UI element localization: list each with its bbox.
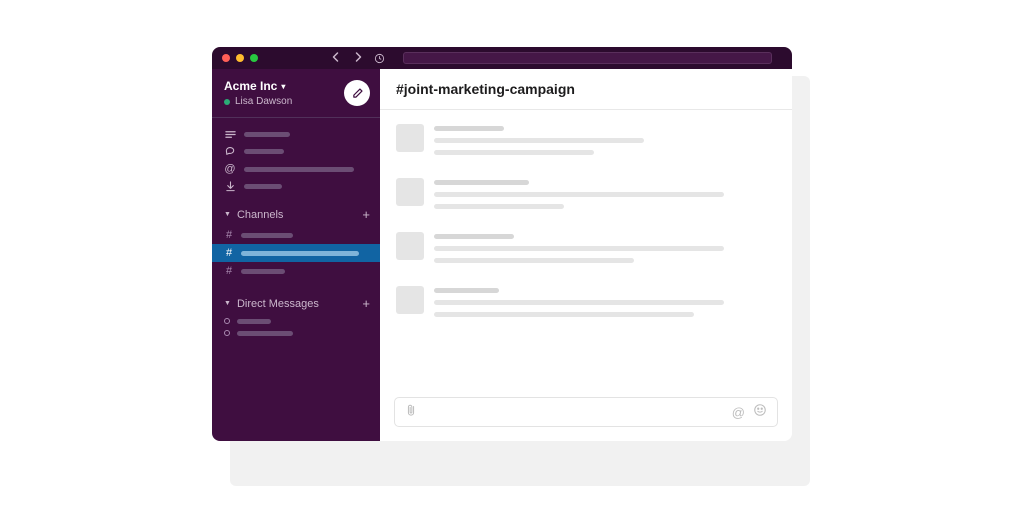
mention-icon: @ (224, 163, 236, 175)
nav-saved[interactable] (212, 178, 380, 195)
message-text-placeholder (434, 258, 634, 263)
caret-down-icon: ▼ (224, 211, 231, 218)
dm-placeholder (237, 319, 271, 324)
slack-window: Acme Inc ▾ Lisa Dawson (212, 47, 792, 441)
window-minimize-button[interactable] (236, 54, 244, 62)
message-name-placeholder (434, 126, 504, 131)
nav-threads[interactable] (212, 126, 380, 143)
avatar[interactable] (396, 178, 424, 206)
emoji-button[interactable] (753, 403, 767, 422)
nav-mentions[interactable]: @ (212, 160, 380, 178)
workspace-name: Acme Inc (224, 79, 277, 93)
download-icon (224, 181, 236, 192)
presence-indicator-icon (224, 99, 230, 105)
attachment-icon[interactable] (405, 403, 417, 422)
presence-offline-icon (224, 318, 230, 324)
avatar[interactable] (396, 124, 424, 152)
channel-placeholder (241, 251, 359, 256)
channel-header[interactable]: #joint-marketing-campaign (380, 69, 792, 110)
history-button[interactable] (374, 53, 385, 64)
message-text-placeholder (434, 246, 724, 251)
channel-item[interactable]: # (212, 226, 380, 244)
message-text-placeholder (434, 312, 694, 317)
dm-item[interactable] (212, 315, 380, 327)
message (380, 116, 792, 170)
channel-item[interactable]: # (212, 262, 380, 280)
nav-dms[interactable] (212, 143, 380, 160)
dm-item[interactable] (212, 327, 380, 339)
message (380, 278, 792, 332)
channel-placeholder (241, 233, 293, 238)
nav-placeholder (244, 184, 282, 189)
message-name-placeholder (434, 180, 529, 185)
message-composer[interactable]: @ (394, 397, 778, 427)
avatar[interactable] (396, 286, 424, 314)
nav-placeholder (244, 167, 354, 172)
message-text-placeholder (434, 138, 644, 143)
nav-controls (330, 51, 385, 65)
workspace-header[interactable]: Acme Inc ▾ Lisa Dawson (212, 69, 380, 115)
avatar[interactable] (396, 232, 424, 260)
main-panel: #joint-marketing-campaign (380, 69, 792, 441)
channels-label: Channels (237, 209, 356, 221)
mention-button[interactable]: @ (732, 405, 745, 420)
window-close-button[interactable] (222, 54, 230, 62)
message-text-placeholder (434, 192, 724, 197)
message-name-placeholder (434, 288, 499, 293)
caret-down-icon: ▼ (224, 300, 231, 307)
message (380, 224, 792, 278)
message (380, 170, 792, 224)
message-text-placeholder (434, 300, 724, 305)
hash-icon: # (224, 247, 234, 259)
hash-icon: # (224, 229, 234, 241)
hash-icon: # (224, 265, 234, 277)
message-text-placeholder (434, 150, 594, 155)
user-name: Lisa Dawson (235, 96, 292, 107)
add-dm-button[interactable]: + (362, 296, 370, 311)
compose-button[interactable] (344, 80, 370, 106)
dms-section-header[interactable]: ▼ Direct Messages + (212, 292, 380, 315)
message-text-placeholder (434, 204, 564, 209)
message-list[interactable] (380, 110, 792, 389)
divider (212, 117, 380, 118)
threads-icon (224, 129, 236, 140)
dm-placeholder (237, 331, 293, 336)
nav-placeholder (244, 149, 284, 154)
sidebar: Acme Inc ▾ Lisa Dawson (212, 69, 380, 441)
nav-placeholder (244, 132, 290, 137)
channel-placeholder (241, 269, 285, 274)
channel-title: #joint-marketing-campaign (396, 81, 575, 97)
add-channel-button[interactable]: + (362, 207, 370, 222)
search-input[interactable] (403, 52, 772, 64)
dms-label: Direct Messages (237, 298, 356, 310)
channels-section-header[interactable]: ▼ Channels + (212, 203, 380, 226)
dm-icon (224, 146, 236, 157)
chevron-down-icon: ▾ (281, 82, 285, 91)
title-bar (212, 47, 792, 69)
back-button[interactable] (330, 51, 342, 65)
forward-button[interactable] (352, 51, 364, 65)
window-maximize-button[interactable] (250, 54, 258, 62)
channel-item-active[interactable]: # (212, 244, 380, 262)
window-controls (222, 54, 258, 62)
presence-offline-icon (224, 330, 230, 336)
message-name-placeholder (434, 234, 514, 239)
